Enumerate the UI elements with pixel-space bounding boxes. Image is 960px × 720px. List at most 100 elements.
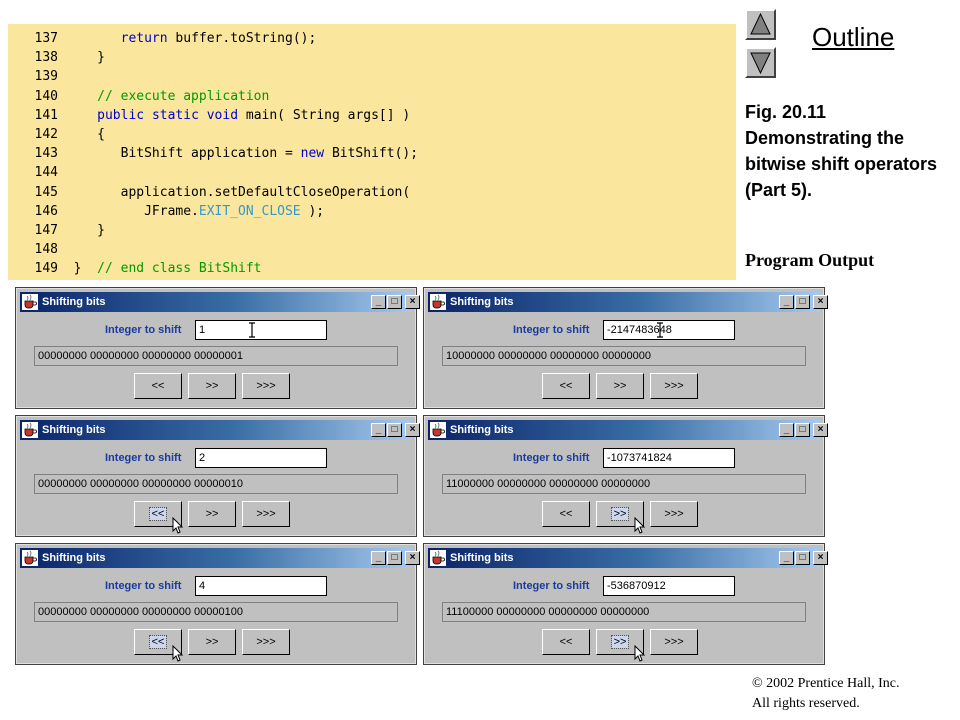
line-number: 140: [34, 88, 58, 104]
button-label: >>: [205, 508, 219, 520]
code-line: 140 // execute application: [8, 87, 270, 106]
line-number: 146: [34, 203, 58, 219]
line-number: 139: [34, 69, 58, 85]
bits-display: 11000000 00000000 00000000 00000000: [442, 474, 806, 494]
code-line: 141 public static void main( String args…: [8, 106, 411, 125]
button-label: <<: [559, 636, 573, 648]
title-bar[interactable]: Shifting bits _ □ ×: [20, 292, 420, 312]
line-number: 138: [34, 50, 58, 66]
minimize-button[interactable]: _: [371, 295, 386, 309]
shift-right-unsigned-button[interactable]: >>>: [242, 629, 290, 655]
bits-display: 10000000 00000000 00000000 00000000: [442, 346, 806, 366]
line-number: 141: [34, 107, 58, 123]
close-button[interactable]: ×: [405, 295, 420, 309]
minimize-button[interactable]: _: [371, 551, 386, 565]
code-listing: 137 return buffer.toString(); 138 } 139 14…: [8, 24, 736, 280]
window-title: Shifting bits: [42, 424, 106, 436]
close-button[interactable]: ×: [813, 423, 828, 437]
shift-right-button[interactable]: >>: [188, 373, 236, 399]
integer-input[interactable]: -2147483648: [603, 320, 735, 340]
keyword: public: [97, 107, 145, 123]
maximize-button[interactable]: □: [795, 295, 810, 309]
integer-input[interactable]: 1: [195, 320, 327, 340]
java-cup-icon: [430, 294, 446, 310]
code-line: 148: [8, 240, 74, 259]
maximize-button[interactable]: □: [795, 551, 810, 565]
title-bar[interactable]: Shifting bits _ □ ×: [20, 420, 420, 440]
copyright-line-1: © 2002 Prentice Hall, Inc.: [752, 676, 900, 691]
minimize-button[interactable]: _: [779, 423, 794, 437]
line-number: 137: [34, 31, 58, 46]
title-bar[interactable]: Shifting bits _ □ ×: [428, 420, 828, 440]
code-line: 143 BitShift application = new BitShift(…: [8, 144, 419, 163]
bits-display: 00000000 00000000 00000000 00000001: [34, 346, 398, 366]
close-button[interactable]: ×: [813, 295, 828, 309]
integer-to-shift-label: Integer to shift: [513, 324, 590, 336]
outline-link[interactable]: Outline: [812, 22, 894, 53]
close-button[interactable]: ×: [813, 551, 828, 565]
window-title: Shifting bits: [450, 424, 514, 436]
close-button[interactable]: ×: [405, 551, 420, 565]
maximize-button[interactable]: □: [387, 295, 402, 309]
title-bar[interactable]: Shifting bits _ □ ×: [428, 292, 828, 312]
shift-right-button[interactable]: >>: [596, 373, 644, 399]
shift-right-button[interactable]: >>: [188, 629, 236, 655]
integer-to-shift-label: Integer to shift: [513, 452, 590, 464]
triangle-down-icon: [750, 52, 771, 74]
window-title: Shifting bits: [42, 296, 106, 308]
shift-left-button[interactable]: <<: [542, 373, 590, 399]
code-text: {: [73, 127, 105, 142]
comment: // end class BitShift: [97, 261, 262, 277]
shift-right-unsigned-button[interactable]: >>>: [242, 373, 290, 399]
integer-input[interactable]: 4: [195, 576, 327, 596]
button-label: >>: [205, 380, 219, 392]
minimize-button[interactable]: _: [371, 423, 386, 437]
title-bar[interactable]: Shifting bits _ □ ×: [20, 548, 420, 568]
mouse-pointer-icon: [634, 516, 646, 535]
button-label: >>>: [664, 636, 684, 648]
previous-slide-button[interactable]: [745, 9, 776, 40]
mouse-pointer-icon: [172, 516, 184, 535]
next-slide-button[interactable]: [745, 47, 776, 78]
text-cursor-icon: [249, 322, 255, 338]
code-line: 147 }: [8, 221, 105, 240]
code-text: }: [73, 261, 98, 277]
integer-input[interactable]: -1073741824: [603, 448, 735, 468]
shift-left-button[interactable]: <<: [542, 501, 590, 527]
button-label: >>>: [256, 380, 276, 392]
comment: // execute application: [97, 88, 270, 104]
integer-input[interactable]: -536870912: [603, 576, 735, 596]
shift-right-unsigned-button[interactable]: >>>: [242, 501, 290, 527]
close-button[interactable]: ×: [405, 423, 420, 437]
shift-left-button[interactable]: <<: [134, 373, 182, 399]
shifting-bits-window: Shifting bits _ □ × Integer to shift -2147483…: [423, 287, 828, 409]
window-title: Shifting bits: [450, 552, 514, 564]
integer-to-shift-label: Integer to shift: [105, 324, 182, 336]
shift-right-unsigned-button[interactable]: >>>: [650, 373, 698, 399]
title-bar[interactable]: Shifting bits _ □ ×: [428, 548, 828, 568]
keyword: void: [206, 107, 239, 123]
button-label: <<: [148, 507, 168, 521]
button-label: >>>: [664, 508, 684, 520]
code-line: 149 } // end class BitShift: [8, 259, 262, 278]
minimize-button[interactable]: _: [779, 551, 794, 565]
shift-left-button[interactable]: <<: [542, 629, 590, 655]
bits-display: 00000000 00000000 00000000 00000010: [34, 474, 398, 494]
maximize-button[interactable]: □: [387, 551, 402, 565]
maximize-button[interactable]: □: [387, 423, 402, 437]
button-label: <<: [151, 380, 165, 392]
shift-right-unsigned-button[interactable]: >>>: [650, 629, 698, 655]
maximize-button[interactable]: □: [795, 423, 810, 437]
window-title: Shifting bits: [450, 296, 514, 308]
code-text: );: [300, 203, 325, 219]
button-label: <<: [559, 380, 573, 392]
shift-right-unsigned-button[interactable]: >>>: [650, 501, 698, 527]
minimize-button[interactable]: _: [779, 295, 794, 309]
integer-to-shift-label: Integer to shift: [513, 580, 590, 592]
line-number: 143: [34, 146, 58, 162]
shift-right-button[interactable]: >>: [188, 501, 236, 527]
integer-input[interactable]: 2: [195, 448, 327, 468]
code-line: 142 {: [8, 125, 105, 144]
